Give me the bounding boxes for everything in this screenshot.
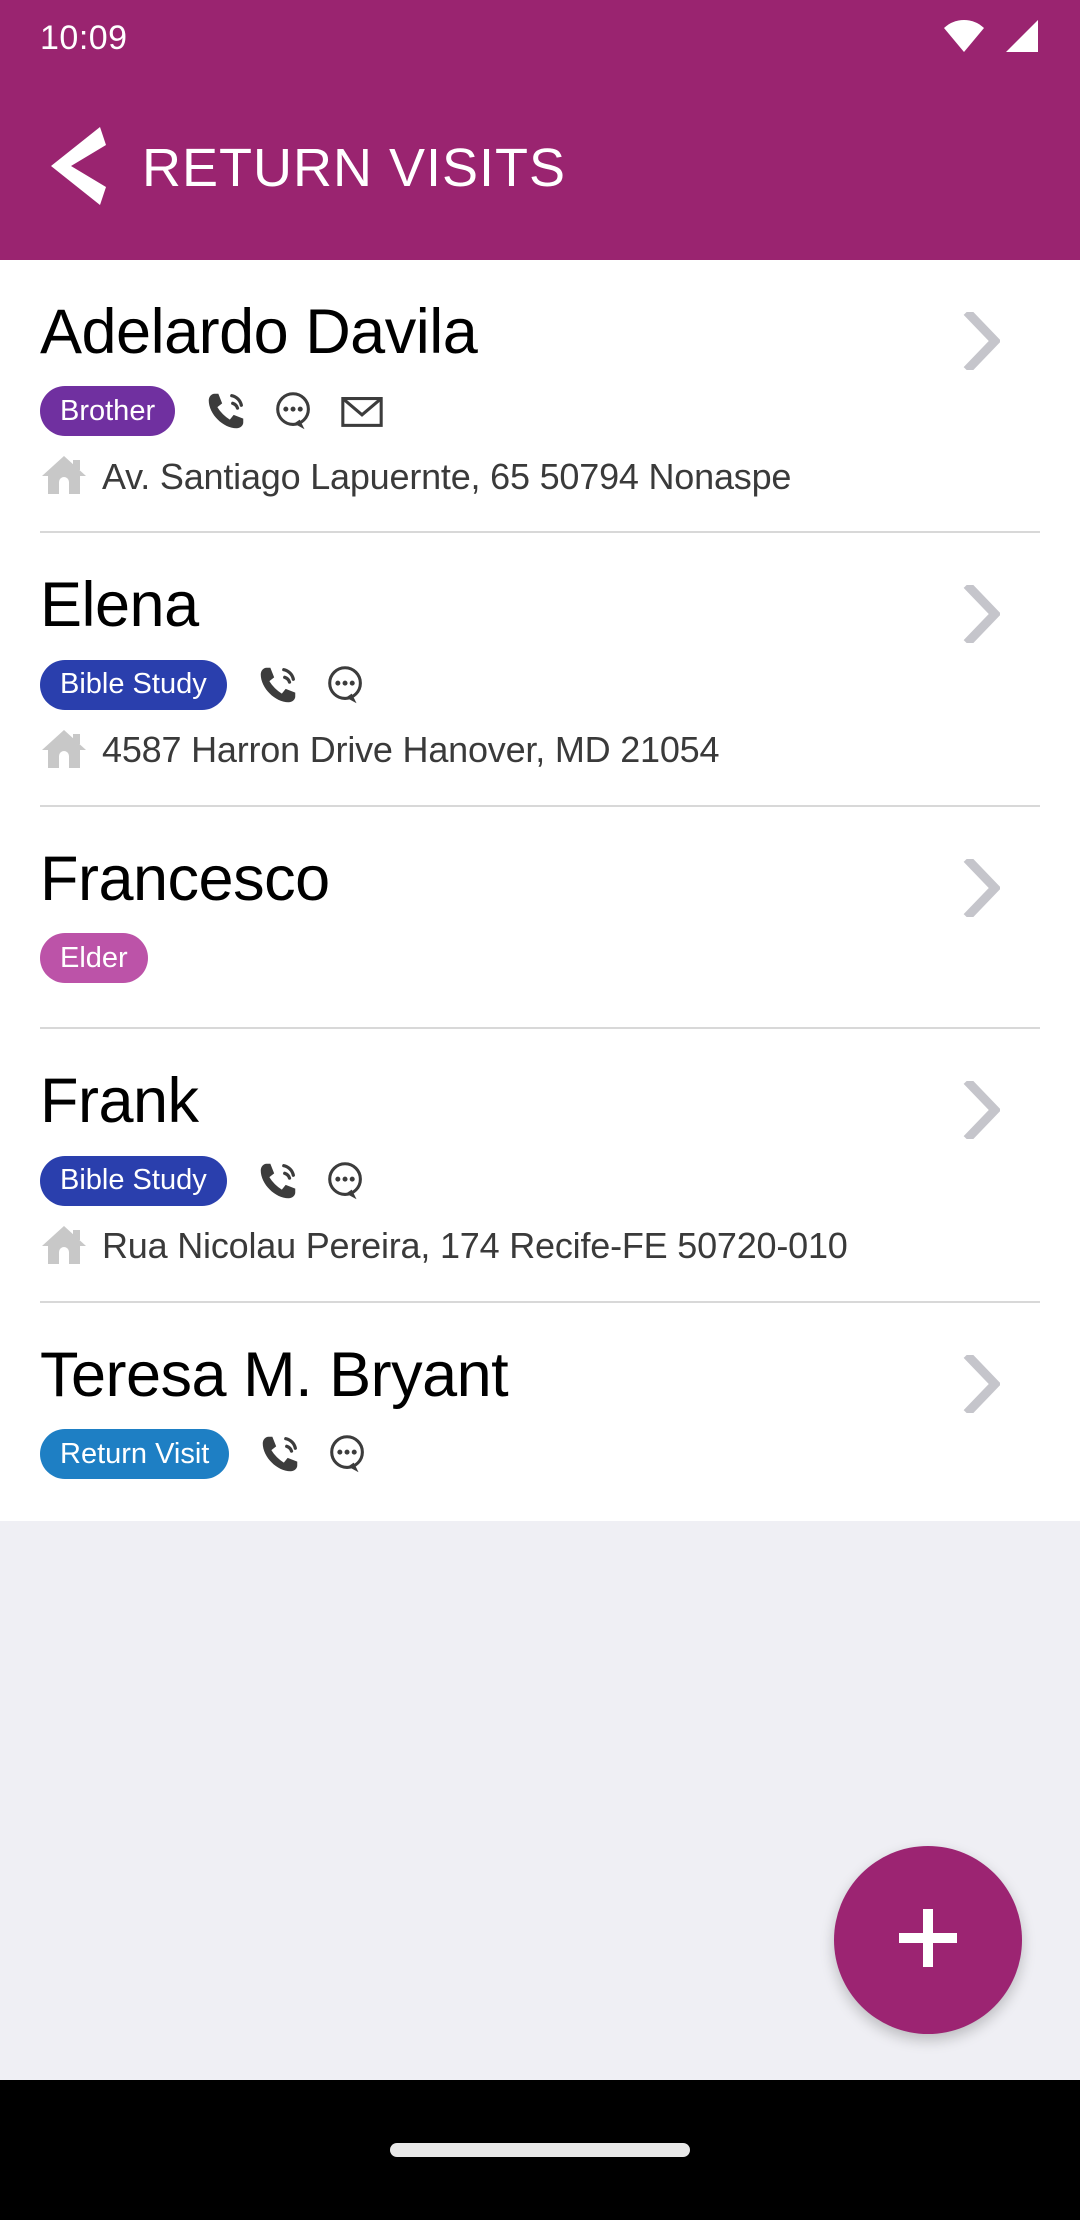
status-badge[interactable]: Elder xyxy=(40,933,148,983)
contact-name: Francesco xyxy=(40,843,1040,915)
status-bar: 10:09 xyxy=(0,0,1080,76)
message-icon[interactable] xyxy=(325,1431,371,1477)
wifi-icon xyxy=(942,19,986,58)
list-item[interactable]: Francesco Elder xyxy=(0,807,1080,1027)
contact-actions xyxy=(255,662,369,708)
status-badge[interactable]: Bible Study xyxy=(40,660,227,710)
contact-meta: Bible Study xyxy=(40,1156,1040,1206)
back-button[interactable] xyxy=(40,126,116,210)
contact-address-line: 4587 Harron Drive Hanover, MD 21054 xyxy=(40,726,1040,775)
contact-address: Rua Nicolau Pereira, 174 Recife-FE 50720… xyxy=(102,1225,848,1267)
home-icon xyxy=(40,452,88,501)
phone-icon[interactable] xyxy=(257,1431,303,1477)
phone-icon[interactable] xyxy=(255,1158,301,1204)
back-chevron-icon xyxy=(43,123,113,214)
contact-address-line: Av. Santiago Lapuernte, 65 50794 Nonaspe xyxy=(40,452,1040,501)
contact-address: 4587 Harron Drive Hanover, MD 21054 xyxy=(102,729,719,771)
system-navigation-bar xyxy=(0,2080,1080,2220)
list-item[interactable]: Elena Bible Study xyxy=(0,533,1080,804)
contact-address-line: Rua Nicolau Pereira, 174 Recife-FE 50720… xyxy=(40,1222,1040,1271)
chevron-right-icon[interactable] xyxy=(960,1355,1000,1418)
list-item[interactable]: Frank Bible Study xyxy=(0,1029,1080,1300)
contact-address: Av. Santiago Lapuernte, 65 50794 Nonaspe xyxy=(102,456,791,498)
contact-name: Teresa M. Bryant xyxy=(40,1339,1040,1411)
cellular-signal-icon xyxy=(1002,19,1040,58)
app-bar: RETURN VISITS xyxy=(0,76,1080,260)
home-icon xyxy=(40,726,88,775)
plus-icon xyxy=(891,1901,965,1980)
list-item[interactable]: Adelardo Davila Brother xyxy=(0,260,1080,531)
contact-list: Adelardo Davila Brother xyxy=(0,260,1080,1521)
chevron-right-icon[interactable] xyxy=(960,859,1000,922)
message-icon[interactable] xyxy=(323,1158,369,1204)
contact-meta: Elder xyxy=(40,933,1040,983)
home-gesture-pill[interactable] xyxy=(390,2143,690,2157)
page-title: RETURN VISITS xyxy=(142,137,566,199)
email-icon[interactable] xyxy=(339,388,385,434)
contact-meta: Return Visit xyxy=(40,1429,1040,1479)
phone-screen: 10:09 RETURN VISITS xyxy=(0,0,1080,2220)
status-badge[interactable]: Brother xyxy=(40,386,175,436)
home-icon xyxy=(40,1222,88,1271)
contact-actions xyxy=(203,388,385,434)
chevron-right-icon[interactable] xyxy=(960,1081,1000,1144)
status-badge[interactable]: Return Visit xyxy=(40,1429,229,1479)
contact-name: Adelardo Davila xyxy=(40,296,1040,368)
contact-name: Frank xyxy=(40,1065,1040,1137)
contact-actions xyxy=(255,1158,369,1204)
message-icon[interactable] xyxy=(271,388,317,434)
message-icon[interactable] xyxy=(323,662,369,708)
status-bar-icons xyxy=(942,19,1040,58)
phone-icon[interactable] xyxy=(255,662,301,708)
chevron-right-icon[interactable] xyxy=(960,312,1000,375)
contact-meta: Bible Study xyxy=(40,660,1040,710)
status-badge[interactable]: Bible Study xyxy=(40,1156,227,1206)
contact-meta: Brother xyxy=(40,386,1040,436)
chevron-right-icon[interactable] xyxy=(960,585,1000,648)
contact-name: Elena xyxy=(40,569,1040,641)
list-item[interactable]: Teresa M. Bryant Return Visit xyxy=(0,1303,1080,1521)
add-button[interactable] xyxy=(834,1846,1022,2034)
status-bar-clock: 10:09 xyxy=(40,19,128,58)
contact-actions xyxy=(257,1431,371,1477)
phone-icon[interactable] xyxy=(203,388,249,434)
